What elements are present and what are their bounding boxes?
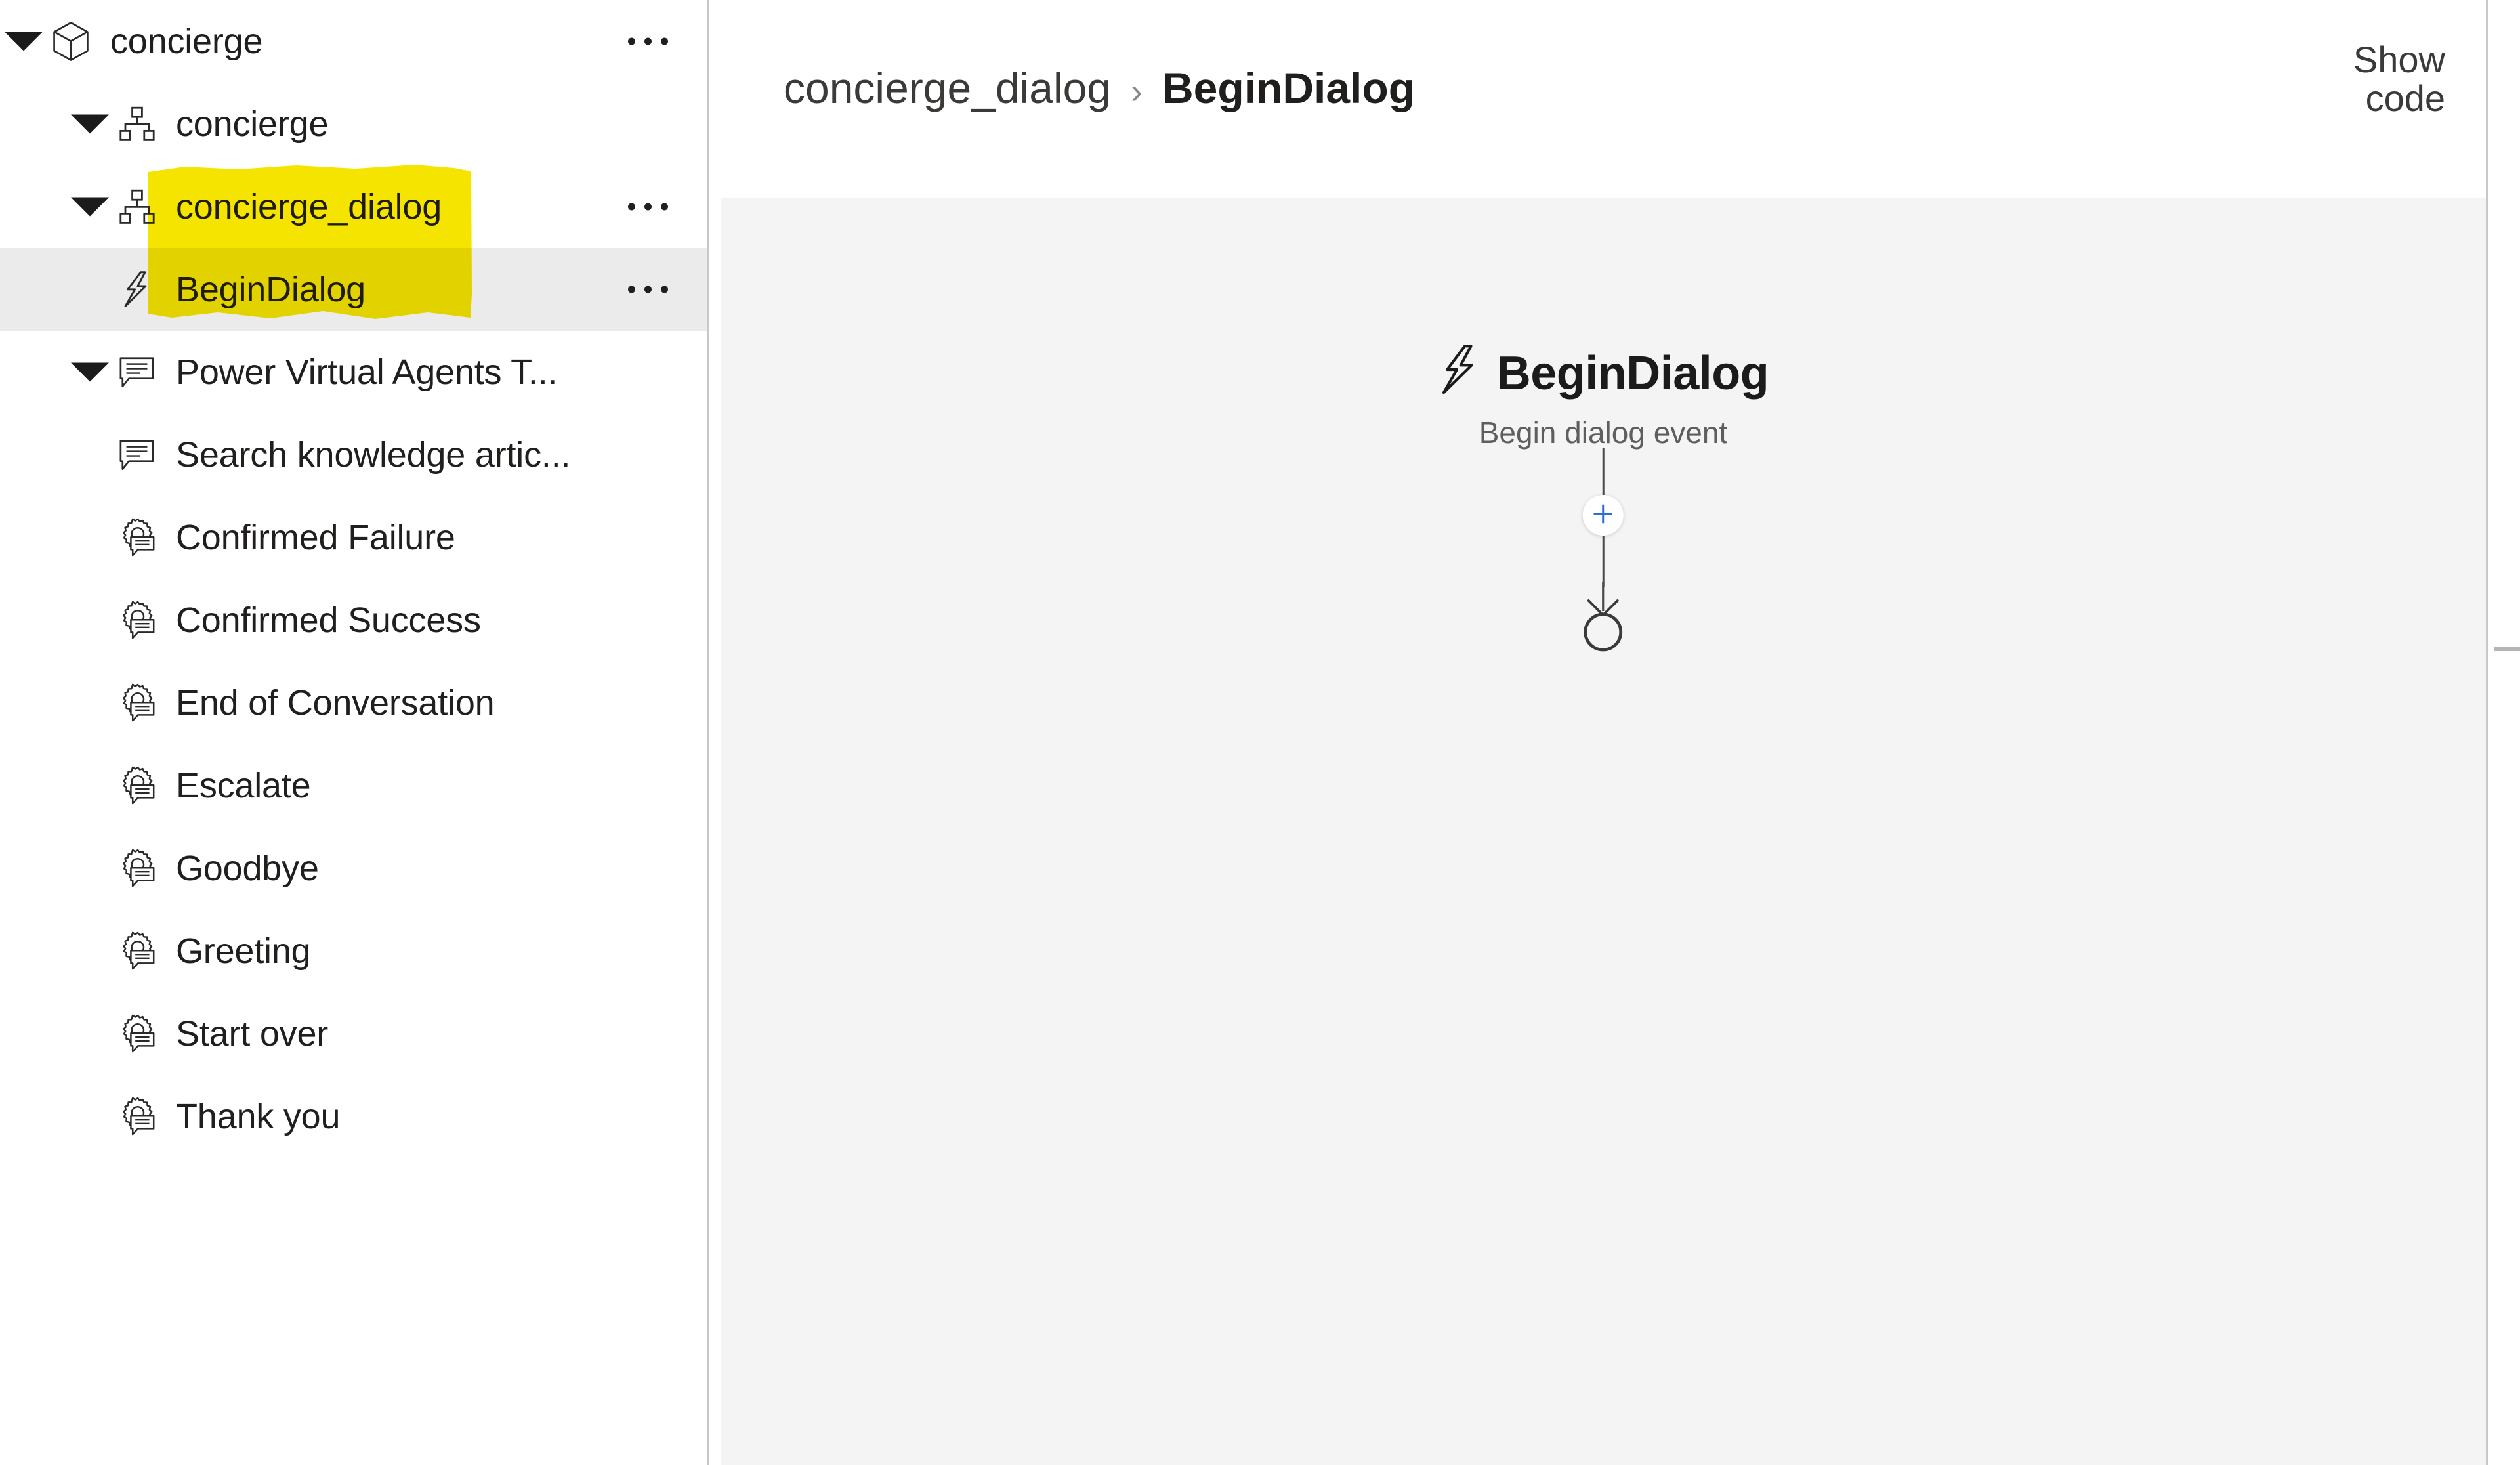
tree-item-confirmed-failure[interactable]: Confirmed Failure (0, 496, 707, 579)
tree-item-end-of-conversation[interactable]: End of Conversation (0, 662, 707, 744)
tree-item-label: BeginDialog (176, 270, 366, 309)
tree-item-label: Search knowledge artic... (176, 435, 571, 475)
add-node-button[interactable] (1582, 495, 1624, 536)
dialog-editor-pane: concierge_dialog › BeginDialog Show code (709, 0, 2486, 1465)
tree-item-goodbye[interactable]: Goodbye (0, 827, 707, 910)
tree-item-label: concierge_dialog (176, 187, 442, 226)
flow-edge-lower (1602, 536, 1605, 587)
show-code-label-line1: Show (2353, 39, 2445, 80)
dialog-flow-canvas[interactable]: BeginDialog Begin dialog event (721, 198, 2486, 1465)
end-circle-icon (1564, 582, 1643, 659)
tree-item-concierge[interactable]: concierge (0, 83, 707, 165)
tree-item-power-virtual-agents-t[interactable]: Power Virtual Agents T... (0, 331, 707, 414)
more-options-icon[interactable] (628, 286, 668, 293)
trigger-node-subtitle: Begin dialog event (1479, 415, 1728, 450)
show-code-label-line2: code (2365, 77, 2445, 119)
trigger-node-title: BeginDialog (1496, 347, 1769, 400)
gear-message-icon (117, 1096, 158, 1137)
hierarchy-icon (117, 186, 158, 227)
dialog-flow-graph: BeginDialog Begin dialog event (1438, 344, 1769, 659)
tree-item-label: Escalate (176, 766, 311, 805)
tree-item-label: Confirmed Success (176, 601, 481, 640)
breadcrumb-current: BeginDialog (1162, 64, 1416, 112)
tree-item-label: End of Conversation (176, 683, 495, 723)
chevron-down-icon[interactable] (71, 197, 109, 217)
tree-item-confirmed-success[interactable]: Confirmed Success (0, 579, 707, 662)
gear-message-icon (117, 517, 158, 558)
project-tree: concierge concierge concierge_dialog Beg… (0, 0, 707, 1465)
gear-message-icon (117, 931, 158, 971)
breadcrumb: concierge_dialog › BeginDialog (784, 63, 1415, 113)
gear-message-icon (117, 848, 158, 889)
tree-item-greeting[interactable]: Greeting (0, 910, 707, 992)
tree-item-label: Power Virtual Agents T... (176, 352, 558, 392)
tree-item-label: concierge (176, 104, 329, 144)
tree-item-concierge-dialog[interactable]: concierge_dialog (0, 165, 707, 248)
tree-item-start-over[interactable]: Start over (0, 992, 707, 1075)
chevron-down-icon[interactable] (71, 114, 109, 134)
flow-edge-upper (1602, 448, 1605, 495)
cube-icon (51, 21, 91, 62)
tree-item-label: Start over (176, 1014, 329, 1053)
pane-divider-right[interactable] (2486, 0, 2488, 1465)
gear-message-icon (117, 765, 158, 806)
chevron-down-icon[interactable] (71, 362, 109, 382)
tree-item-thank-you[interactable]: Thank you (0, 1075, 707, 1158)
hierarchy-icon (117, 104, 158, 144)
tree-item-concierge[interactable]: concierge (0, 0, 707, 83)
trigger-node-begindialog[interactable]: BeginDialog Begin dialog event (1438, 344, 1769, 448)
chevron-down-icon[interactable] (5, 32, 43, 51)
tree-item-label: Goodbye (176, 849, 319, 888)
editor-header: concierge_dialog › BeginDialog Show code (709, 0, 2486, 198)
tree-item-label: Confirmed Failure (176, 518, 455, 557)
tree-item-escalate[interactable]: Escalate (0, 744, 707, 827)
end-node (1564, 582, 1643, 659)
gear-message-icon (117, 1013, 158, 1054)
composer-app: concierge concierge concierge_dialog Beg… (0, 0, 2520, 1465)
project-tree-rows: concierge concierge concierge_dialog Beg… (0, 0, 707, 1158)
lightning-bolt-icon (1438, 344, 1482, 403)
gear-message-icon (117, 683, 158, 723)
tree-item-search-knowledge-artic[interactable]: Search knowledge artic... (0, 414, 707, 496)
breadcrumb-separator-icon: › (1131, 72, 1143, 111)
tree-item-label: concierge (110, 22, 263, 61)
gear-message-icon (117, 600, 158, 641)
trigger-node-title-row: BeginDialog (1438, 344, 1769, 403)
plus-icon (1591, 501, 1616, 530)
dialog-message-icon (117, 435, 158, 475)
panel-collapse-handle[interactable] (2494, 647, 2520, 651)
dialog-message-icon (117, 352, 158, 393)
show-code-button[interactable]: Show code (2294, 39, 2445, 119)
tree-item-label: Thank you (176, 1097, 341, 1136)
lightning-bolt-icon (117, 269, 158, 310)
more-options-icon[interactable] (628, 203, 668, 211)
tree-item-begindialog[interactable]: BeginDialog (0, 248, 707, 331)
more-options-icon[interactable] (628, 37, 668, 45)
breadcrumb-parent[interactable]: concierge_dialog (784, 63, 1111, 113)
tree-item-label: Greeting (176, 931, 311, 971)
